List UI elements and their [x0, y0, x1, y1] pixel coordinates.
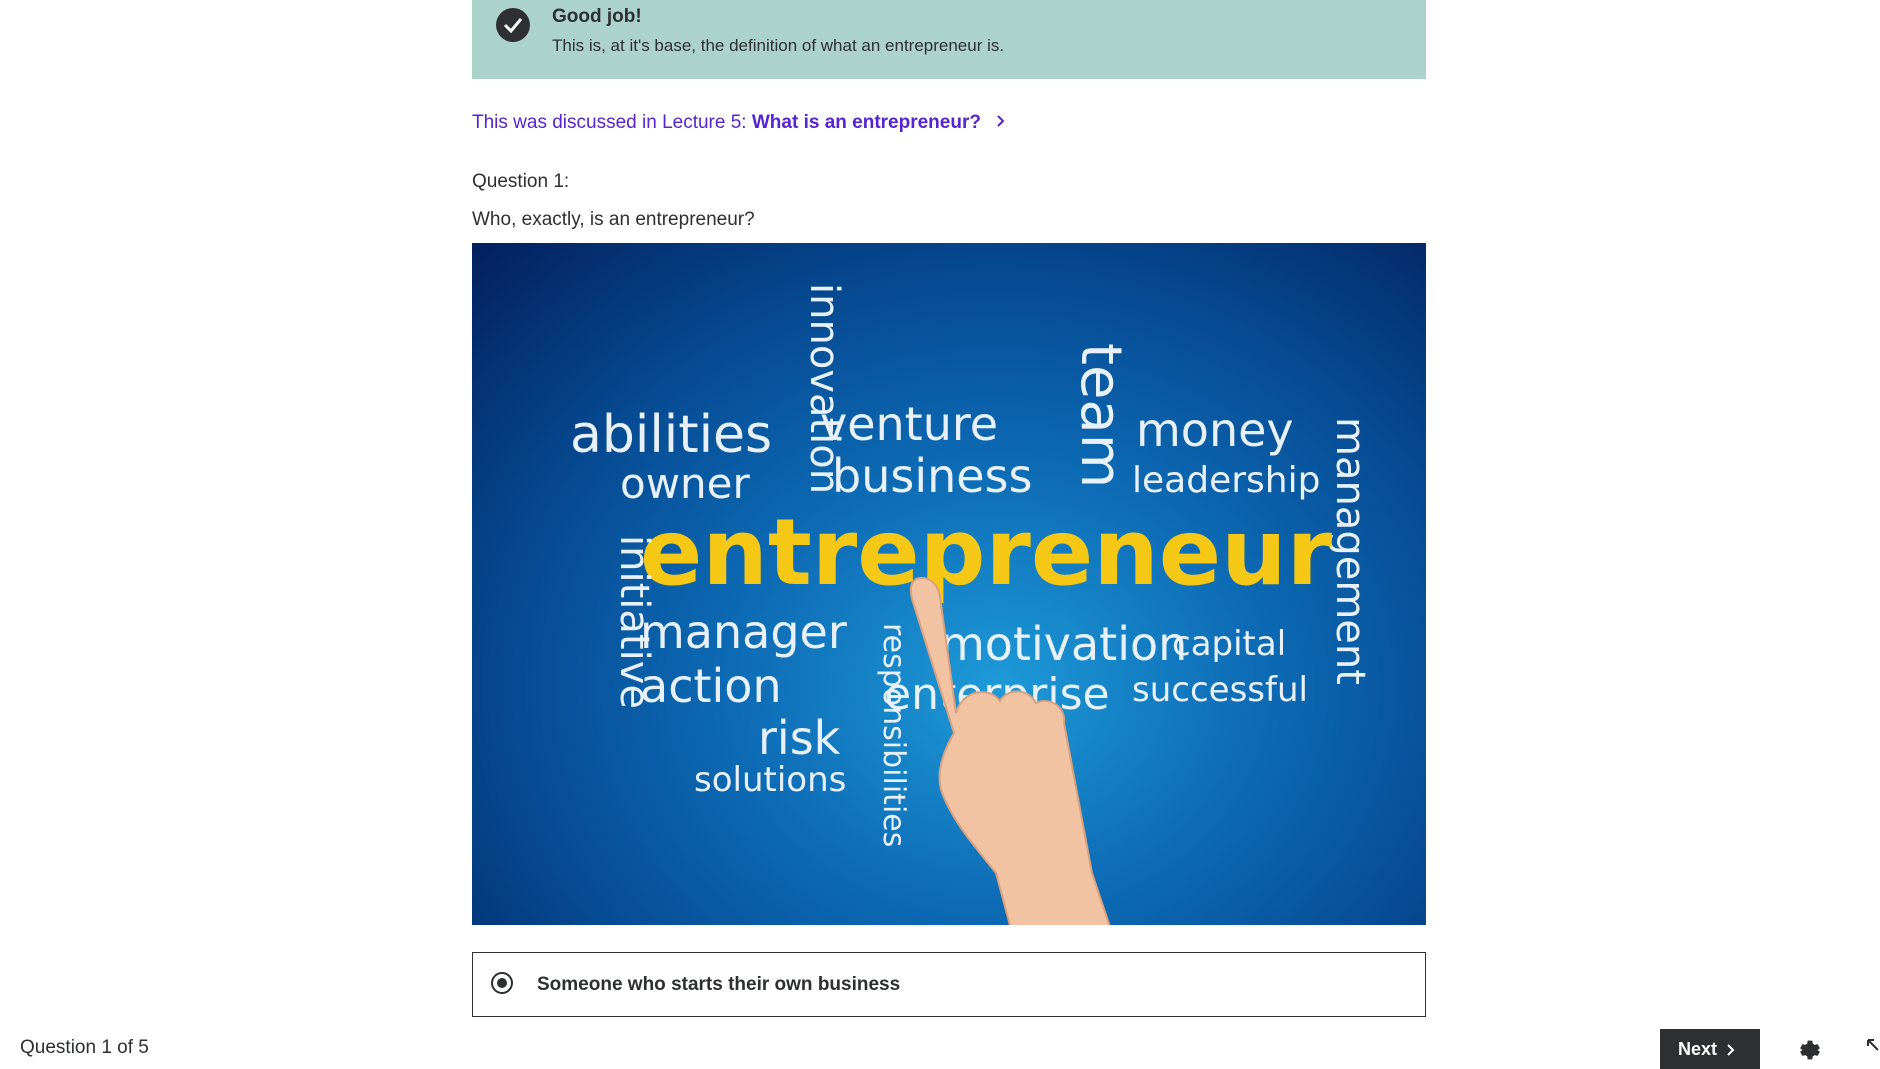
word-team: team	[1068, 343, 1133, 489]
word-venture: venture	[820, 397, 999, 451]
feedback-title: Good job!	[552, 6, 642, 27]
word-business: business	[832, 449, 1033, 503]
word-management: management	[1327, 417, 1373, 685]
word-abilities: abilities	[570, 405, 773, 465]
expand-icon[interactable]	[1866, 1036, 1880, 1056]
word-solutions: solutions	[694, 760, 847, 800]
word-manager: manager	[640, 605, 847, 659]
chevron-right-icon	[1727, 1044, 1735, 1056]
lecture-reference-link[interactable]: This was discussed in Lecture 5: What is…	[472, 112, 1006, 134]
lecture-ref-title: What is an entrepreneur?	[751, 112, 981, 134]
next-button[interactable]: Next	[1660, 1029, 1760, 1069]
word-leadership: leadership	[1132, 460, 1321, 501]
feedback-banner: Good job! This is, at it's base, the def…	[472, 0, 1426, 79]
gear-icon[interactable]	[1796, 1036, 1824, 1064]
chevron-right-icon	[996, 112, 1006, 134]
word-successful: successful	[1132, 670, 1308, 710]
question-progress: Question 1 of 5	[20, 1037, 149, 1058]
word-money: money	[1136, 403, 1294, 457]
question-text: Who, exactly, is an entrepreneur?	[472, 209, 755, 230]
word-action: action	[640, 659, 782, 713]
question-number: Question 1:	[472, 171, 570, 192]
radio-selected-icon[interactable]	[491, 972, 513, 994]
next-button-label: Next	[1678, 1039, 1718, 1059]
answer-option[interactable]: Someone who starts their own business	[472, 952, 1426, 1017]
word-risk: risk	[758, 711, 841, 765]
pointing-hand-illustration	[909, 577, 1111, 925]
feedback-description: This is, at it's base, the definition of…	[552, 36, 1005, 55]
lecture-ref-prefix: This was discussed in Lecture 5:	[472, 112, 752, 134]
answer-label: Someone who starts their own business	[537, 974, 901, 995]
word-capital: capital	[1172, 624, 1287, 664]
check-circle-icon	[496, 8, 530, 42]
entrepreneur-word-cloud-image: abilities owner innovation venture busin…	[472, 243, 1426, 925]
